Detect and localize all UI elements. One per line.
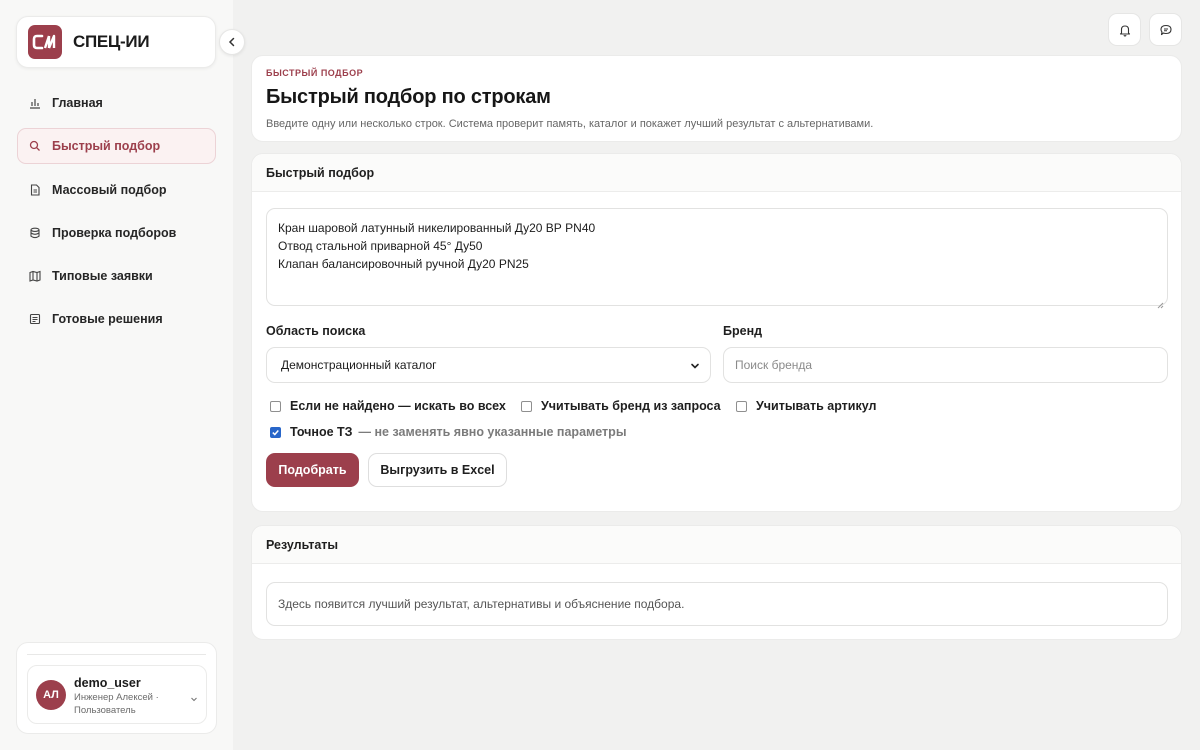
checkbox[interactable] (270, 400, 281, 412)
map-icon (28, 269, 42, 283)
sidebar-item-label: Массовый подбор (52, 182, 167, 197)
messages-button[interactable] (1149, 13, 1182, 46)
sidebar-item-solutions[interactable]: Готовые решения (17, 301, 216, 337)
user-name: demo_user (74, 676, 141, 690)
chat-icon (1159, 24, 1172, 35)
logo-mark-icon (32, 34, 56, 50)
results-empty-state: Здесь появится лучший результат, альтерн… (266, 582, 1168, 626)
divider (27, 654, 206, 655)
card-title: Результаты (252, 526, 1181, 564)
checkbox-checked[interactable] (270, 426, 281, 438)
user-menu-button[interactable]: АЛ demo_user Инженер Алексей · Пользоват… (27, 665, 207, 724)
sidebar-item-home[interactable]: Главная (17, 85, 216, 121)
search-icon (28, 139, 42, 153)
checkbox-article[interactable]: Учитывать артикул (736, 399, 876, 413)
check-icon (272, 429, 279, 436)
sidebar-item-label: Быстрый подбор (52, 139, 161, 154)
results-card: Результаты Здесь появится лучший результ… (251, 525, 1182, 640)
checkbox[interactable] (521, 400, 532, 412)
checkbox-label: Если не найдено — искать во всех (290, 399, 506, 413)
chevron-down-icon (190, 690, 198, 708)
database-icon (28, 226, 42, 240)
notifications-button[interactable] (1108, 13, 1141, 46)
sidebar-item-label: Готовые решения (52, 312, 163, 327)
page-subtitle: Введите одну или несколько строк. Систем… (266, 118, 874, 130)
scope-select[interactable]: Демонстрационный каталог (266, 347, 711, 383)
sidebar-item-bulk-match[interactable]: Массовый подбор (17, 172, 216, 208)
checkbox-brand-from-query[interactable]: Учитывать бренд из запроса (521, 399, 721, 413)
scope-selected-value: Демонстрационный каталог (281, 358, 437, 372)
card-title: Быстрый подбор (252, 154, 1181, 192)
sidebar-nav: Главная Быстрый подбор Массовый подбор П… (17, 85, 216, 345)
submit-match-button[interactable]: Подобрать (266, 453, 359, 487)
list-icon (28, 312, 42, 326)
checkbox-search-all[interactable]: Если не найдено — искать во всех (270, 399, 506, 413)
scope-label: Область поиска (266, 324, 366, 338)
checkbox-exact-spec[interactable]: Точное ТЗ — не заменять явно указанные п… (270, 425, 627, 439)
checkbox-hint: — не заменять явно указанные параметры (358, 425, 627, 439)
sidebar-item-templates[interactable]: Типовые заявки (17, 258, 216, 294)
brand-name: СПЕЦ-ИИ (73, 32, 150, 51)
query-textarea[interactable]: Кран шаровой латунный никелированный Ду2… (266, 208, 1168, 306)
user-role: Инженер Алексей · Пользователь (74, 692, 159, 716)
bar-chart-icon (28, 96, 42, 110)
user-card: АЛ demo_user Инженер Алексей · Пользоват… (16, 642, 217, 734)
file-icon (28, 183, 42, 197)
chevron-down-icon (690, 360, 700, 374)
sidebar-item-label: Типовые заявки (52, 269, 153, 284)
collapse-sidebar-button[interactable] (219, 29, 245, 55)
brand-logo (28, 25, 62, 59)
checkbox-label: Точное ТЗ (290, 425, 353, 439)
page-header: БЫСТРЫЙ ПОДБОР Быстрый подбор по строкам… (251, 55, 1182, 142)
resize-grip-icon[interactable] (1156, 296, 1164, 314)
brand-label: Бренд (723, 324, 763, 338)
sidebar-item-quick-match[interactable]: Быстрый подбор (17, 128, 216, 165)
bell-icon (1119, 24, 1130, 36)
brand-card[interactable]: СПЕЦ-ИИ (16, 16, 216, 68)
brand-search-input[interactable] (723, 347, 1168, 383)
checkbox-label: Учитывать бренд из запроса (541, 399, 721, 413)
sidebar-item-review[interactable]: Проверка подборов (17, 215, 216, 251)
checkbox[interactable] (736, 400, 747, 412)
quick-match-card: Быстрый подбор Кран шаровой латунный ник… (251, 153, 1182, 512)
checkbox-label: Учитывать артикул (756, 399, 877, 413)
sidebar-item-label: Главная (52, 96, 103, 110)
page-eyebrow: БЫСТРЫЙ ПОДБОР (266, 68, 364, 78)
sidebar-item-label: Проверка подборов (52, 225, 177, 240)
sidebar: СПЕЦ-ИИ Главная Быстрый подбор Массовый … (0, 0, 245, 750)
page-title: Быстрый подбор по строкам (266, 86, 551, 108)
avatar: АЛ (36, 680, 66, 710)
export-excel-button[interactable]: Выгрузить в Excel (368, 453, 507, 487)
chevron-left-icon (228, 37, 235, 47)
